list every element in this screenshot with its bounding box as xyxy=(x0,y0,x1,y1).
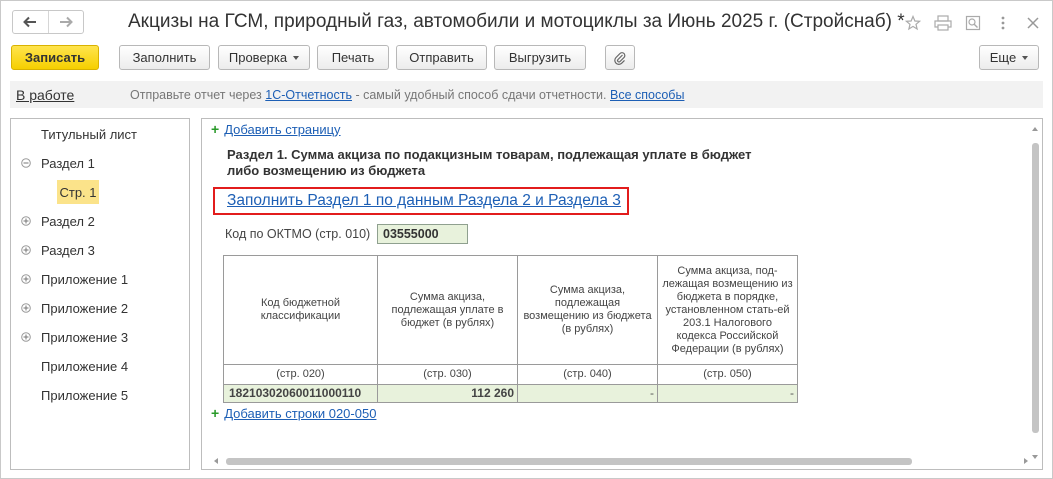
vertical-scroll-thumb[interactable] xyxy=(1032,143,1039,433)
back-icon xyxy=(23,16,37,28)
expand-icon[interactable] xyxy=(21,274,31,284)
check-button-label: Проверка xyxy=(228,50,288,65)
plus-icon: + xyxy=(211,121,220,137)
send-button-label: Отправить xyxy=(409,50,474,65)
print-icon[interactable] xyxy=(933,13,953,33)
oktmo-field[interactable]: 03555000 xyxy=(377,224,468,244)
check-button[interactable]: Проверка xyxy=(218,45,310,70)
sections-tree: Титульный лист Раздел 1 Стр. 1 Раздел 2 … xyxy=(10,118,190,470)
save-button[interactable]: Записать xyxy=(11,45,99,70)
status-link[interactable]: В работе xyxy=(16,87,74,103)
attach-button[interactable] xyxy=(605,45,635,70)
preview-icon[interactable] xyxy=(963,13,983,33)
export-button[interactable]: Выгрузить xyxy=(494,45,586,70)
scroll-up-icon[interactable] xyxy=(1030,125,1040,133)
code-020: (стр. 020) xyxy=(223,364,378,385)
tree-item-label: Приложение 5 xyxy=(41,387,129,403)
header-kbk: Код бюджетной классификации xyxy=(223,255,378,365)
info-bar: В работе Отправьте отчет через 1С-Отчетн… xyxy=(10,81,1043,108)
tree-item-label: Раздел 2 xyxy=(41,213,95,229)
add-page-link[interactable]: + Добавить страницу xyxy=(211,121,341,137)
tree-item-label: Приложение 4 xyxy=(41,358,129,374)
expand-icon[interactable] xyxy=(21,303,31,313)
close-icon[interactable] xyxy=(1023,13,1043,33)
header-sum-refund-203-1: Сумма акциза, под-лежащая возмещению из … xyxy=(657,255,798,365)
header-sum-refund: Сумма акциза, подлежащая возмещению из б… xyxy=(517,255,658,365)
section-title: Раздел 1. Сумма акциза по подакцизным то… xyxy=(227,147,787,179)
chevron-down-icon xyxy=(1022,55,1029,60)
forward-icon xyxy=(59,16,73,28)
info-text: Отправьте отчет через 1С-Отчетность - са… xyxy=(130,88,684,102)
export-button-label: Выгрузить xyxy=(508,50,572,65)
sum-refund-203-1-cell[interactable]: - xyxy=(657,384,798,403)
tree-item-label: Приложение 1 xyxy=(41,271,129,287)
tree-item-label: Титульный лист xyxy=(41,126,138,142)
code-050: (стр. 050) xyxy=(657,364,798,385)
code-040: (стр. 040) xyxy=(517,364,658,385)
table-codes-row: (стр. 020) (стр. 030) (стр. 040) (стр. 0… xyxy=(223,364,798,385)
expand-icon[interactable] xyxy=(21,216,31,226)
plus-icon: + xyxy=(211,405,220,421)
1c-reporting-link[interactable]: 1С-Отчетность xyxy=(265,88,352,102)
more-icon[interactable] xyxy=(993,13,1013,33)
section-1-table: Код бюджетной классификации Сумма акциза… xyxy=(223,255,798,403)
section-title-line-2: либо возмещению из бюджета xyxy=(227,163,426,178)
expand-icon[interactable] xyxy=(21,245,31,255)
more-button[interactable]: Еще xyxy=(979,45,1039,70)
fill-button-label: Заполнить xyxy=(132,50,197,65)
table-row: 18210302060011000110 112 260 - - xyxy=(223,384,798,403)
more-button-label: Еще xyxy=(989,50,1017,65)
sum-payable-cell[interactable]: 112 260 xyxy=(377,384,518,403)
tree-item-label: Стр. 1 xyxy=(59,184,97,200)
fill-section-link[interactable]: Заполнить Раздел 1 по данным Раздела 2 и… xyxy=(213,187,629,215)
all-methods-link[interactable]: Все способы xyxy=(610,88,684,102)
collapse-icon[interactable] xyxy=(21,158,31,168)
scroll-left-icon[interactable] xyxy=(212,456,220,466)
scroll-right-icon[interactable] xyxy=(1022,456,1030,466)
send-button[interactable]: Отправить xyxy=(396,45,487,70)
favorite-star-icon[interactable] xyxy=(903,13,923,33)
kbk-cell[interactable]: 18210302060011000110 xyxy=(223,384,378,403)
fill-section-label: Заполнить Раздел 1 по данным Раздела 2 и… xyxy=(227,192,621,209)
navigation-buttons xyxy=(12,10,84,34)
save-button-label: Записать xyxy=(24,50,86,65)
tree-item-page-1[interactable]: Стр. 1 xyxy=(57,180,99,204)
tree-item-label: Раздел 3 xyxy=(41,242,95,258)
code-030: (стр. 030) xyxy=(377,364,518,385)
back-button[interactable] xyxy=(13,11,48,33)
horizontal-scroll-thumb[interactable] xyxy=(226,458,912,465)
horizontal-scrollbar[interactable] xyxy=(212,455,1030,467)
window-title: Акцизы на ГСМ, природный газ, автомобили… xyxy=(128,11,905,32)
add-rows-label: Добавить строки 020-050 xyxy=(224,405,377,421)
add-page-label: Добавить страницу xyxy=(224,121,341,137)
forward-button[interactable] xyxy=(47,11,84,33)
fill-button[interactable]: Заполнить xyxy=(119,45,210,70)
add-rows-link[interactable]: + Добавить строки 020-050 xyxy=(211,405,376,421)
paperclip-icon xyxy=(614,51,626,65)
info-text-mid: - самый удобный способ сдачи отчетности. xyxy=(351,87,610,102)
tree-item-label: Приложение 3 xyxy=(41,329,129,345)
chevron-down-icon xyxy=(293,55,300,60)
oktmo-label: Код по ОКТМО (стр. 010) xyxy=(225,227,371,241)
info-text-before: Отправьте отчет через xyxy=(130,87,266,102)
vertical-scrollbar[interactable] xyxy=(1030,123,1040,465)
tree-item-label: Раздел 1 xyxy=(41,155,95,171)
report-form: + Добавить страницу Раздел 1. Сумма акци… xyxy=(201,118,1043,470)
header-sum-payable: Сумма акциза, подлежащая уплате в бюджет… xyxy=(377,255,518,365)
print-button-label: Печать xyxy=(331,50,375,65)
print-button[interactable]: Печать xyxy=(317,45,389,70)
report-window: Акцизы на ГСМ, природный газ, автомобили… xyxy=(0,0,1053,479)
scroll-down-icon[interactable] xyxy=(1030,453,1040,461)
sum-refund-cell[interactable]: - xyxy=(517,384,658,403)
expand-icon[interactable] xyxy=(21,332,31,342)
tree-item-label: Приложение 2 xyxy=(41,300,129,316)
table-header-row: Код бюджетной классификации Сумма акциза… xyxy=(223,255,798,365)
section-title-line-1: Раздел 1. Сумма акциза по подакцизным то… xyxy=(227,147,752,162)
